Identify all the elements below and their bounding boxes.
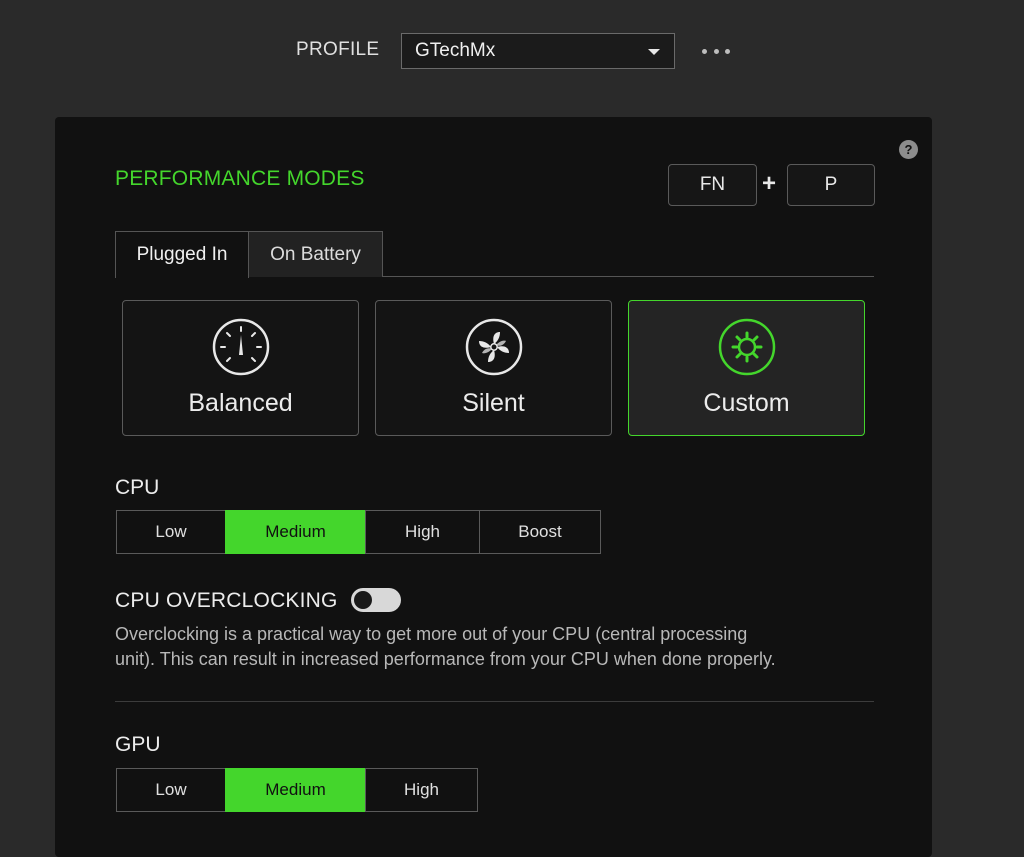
mode-card-silent[interactable]: Silent xyxy=(375,300,612,436)
shortcut-key-fn: FN xyxy=(668,164,757,206)
mode-label-balanced: Balanced xyxy=(188,389,293,417)
cpu-overclocking-toggle[interactable] xyxy=(351,588,401,612)
tab-on-battery[interactable]: On Battery xyxy=(248,231,383,277)
cpu-option-boost[interactable]: Boost xyxy=(479,510,601,554)
toggle-knob xyxy=(354,591,372,609)
gear-icon xyxy=(718,318,776,376)
more-options-button[interactable] xyxy=(702,40,730,62)
mode-label-custom: Custom xyxy=(703,389,790,417)
cpu-label: CPU xyxy=(115,476,160,499)
shortcut-key-p: P xyxy=(787,164,875,206)
gpu-level-selector: Low Medium High xyxy=(116,768,478,812)
mode-card-balanced[interactable]: Balanced xyxy=(122,300,359,436)
profile-label: PROFILE xyxy=(296,39,380,60)
profile-value: GTechMx xyxy=(415,40,496,61)
profile-dropdown[interactable]: GTechMx xyxy=(401,33,675,69)
section-divider xyxy=(115,701,874,702)
gpu-label: GPU xyxy=(115,733,161,756)
performance-panel xyxy=(55,117,932,857)
gpu-option-high[interactable]: High xyxy=(365,768,478,812)
cpu-option-medium[interactable]: Medium xyxy=(225,510,366,554)
mode-card-custom[interactable]: Custom xyxy=(628,300,865,436)
gpu-option-medium[interactable]: Medium xyxy=(225,768,366,812)
dot-icon xyxy=(713,48,719,54)
gpu-option-low[interactable]: Low xyxy=(116,768,226,812)
fan-icon xyxy=(465,318,523,376)
speedometer-icon xyxy=(212,318,270,376)
cpu-overclocking-title: CPU OVERCLOCKING xyxy=(115,589,338,612)
cpu-option-high[interactable]: High xyxy=(365,510,480,554)
cpu-option-low[interactable]: Low xyxy=(116,510,226,554)
dot-icon xyxy=(725,48,730,54)
description-line-1: Overclocking is a practical way to get m… xyxy=(115,624,748,644)
shortcut-plus: + xyxy=(762,170,777,197)
dot-icon xyxy=(702,48,707,54)
help-icon[interactable]: ? xyxy=(899,140,918,159)
cpu-level-selector: Low Medium High Boost xyxy=(116,510,601,554)
performance-modes-title: PERFORMANCE MODES xyxy=(115,167,365,190)
description-line-2: unit). This can result in increased perf… xyxy=(115,649,776,669)
caret-down-icon xyxy=(648,49,660,55)
cpu-overclocking-description: Overclocking is a practical way to get m… xyxy=(115,622,875,672)
mode-label-silent: Silent xyxy=(462,389,525,417)
tab-plugged-in[interactable]: Plugged In xyxy=(115,231,249,278)
